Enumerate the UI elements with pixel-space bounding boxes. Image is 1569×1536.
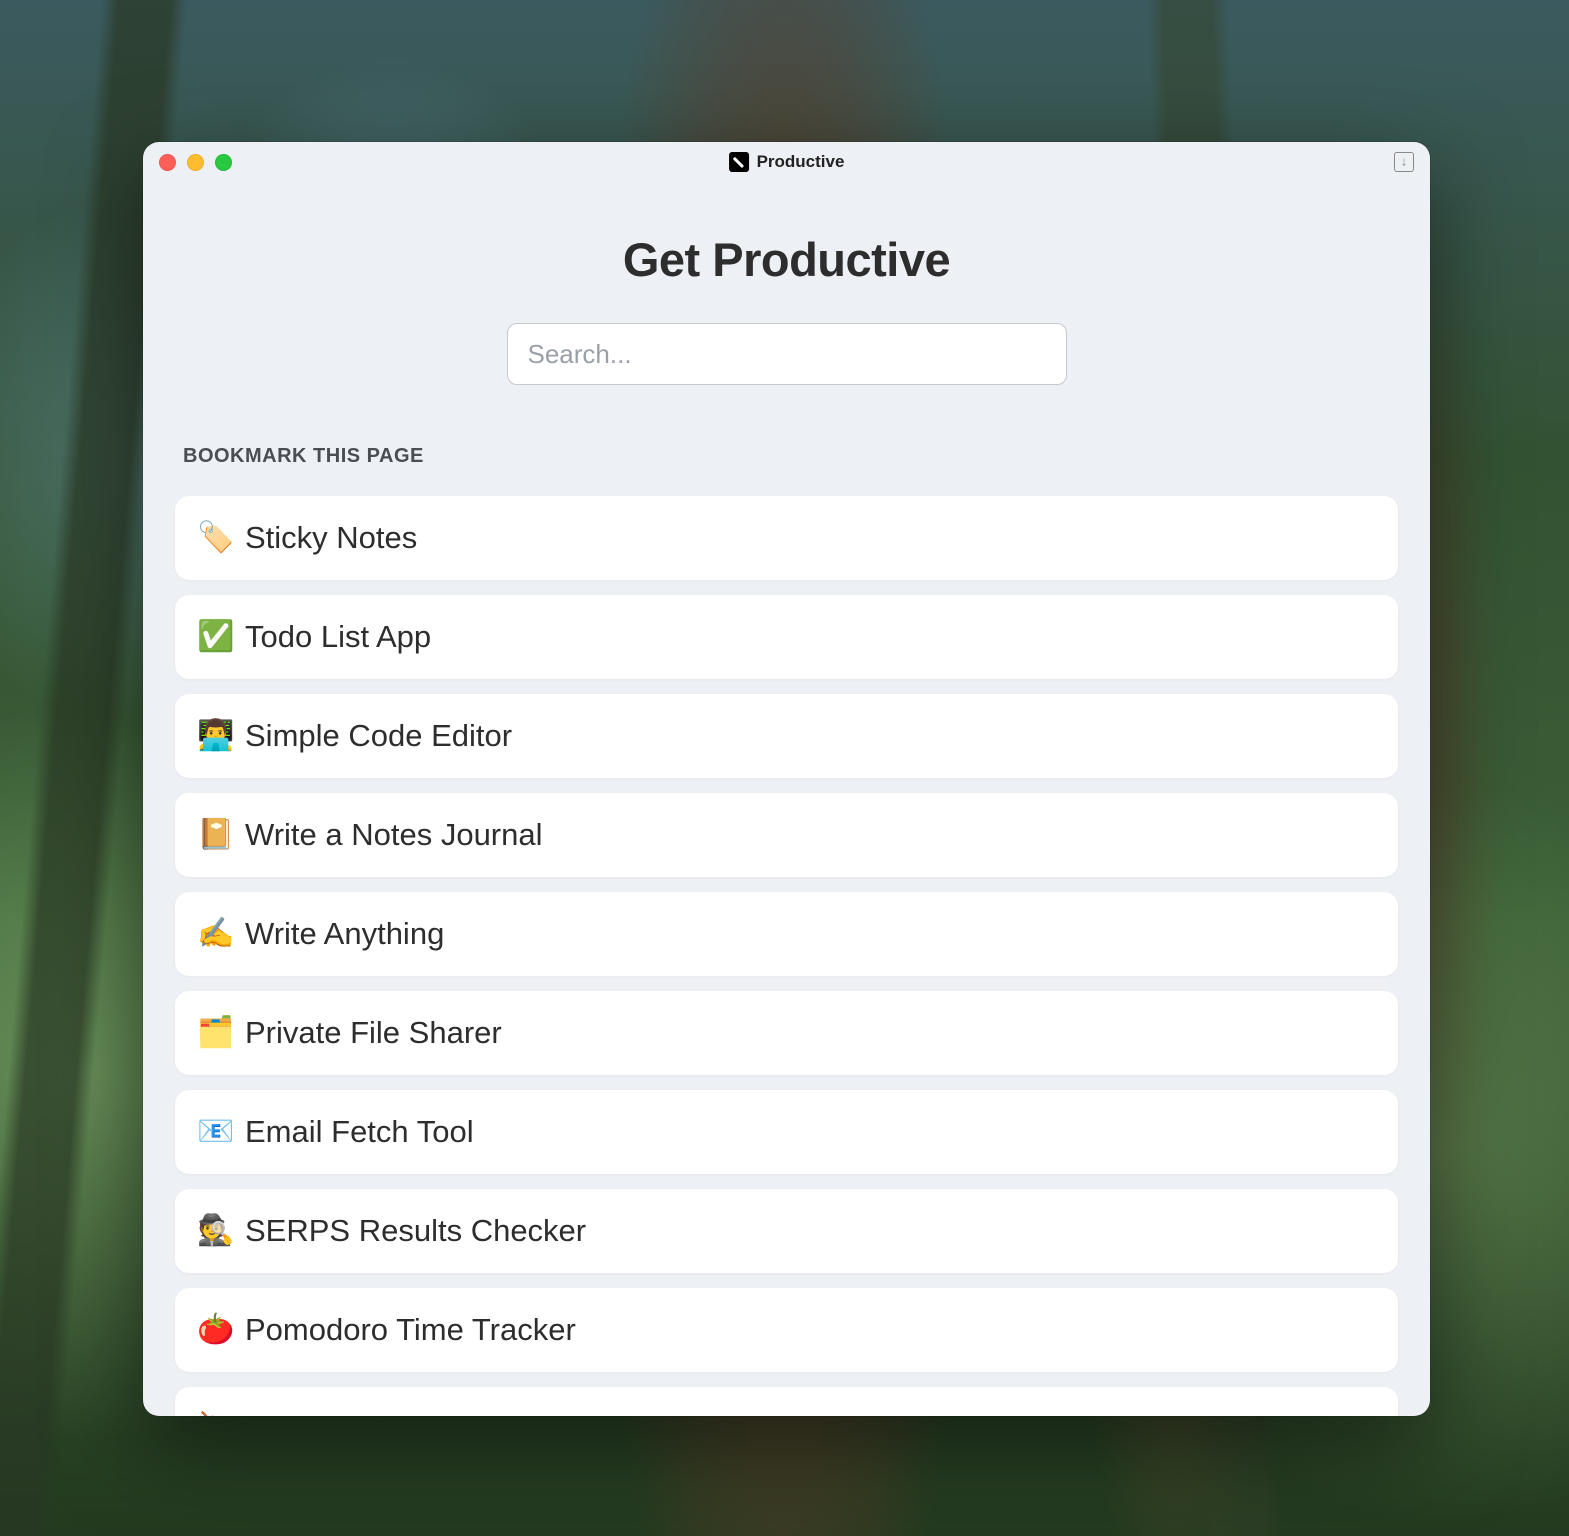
tools-list: 🏷️ Sticky Notes ✅ Todo List App 👨‍💻 Simp… [175,496,1398,1416]
item-label: Pomodoro Time Tracker [245,1312,576,1348]
list-item-file-sharer[interactable]: 🗂️ Private File Sharer [175,991,1398,1075]
item-label: Write a Notes Journal [245,817,543,853]
window-controls [159,154,232,171]
app-window: Productive Get Productive BOOKMARK THIS … [143,142,1430,1416]
list-item-write-anything[interactable]: ✍️ Write Anything [175,892,1398,976]
tag-icon: 🏷️ [197,523,231,553]
list-item-notes-journal[interactable]: 📔 Write a Notes Journal [175,793,1398,877]
app-icon [729,152,749,172]
maximize-button[interactable] [215,154,232,171]
folder-icon: 🗂️ [197,1018,231,1048]
list-item-sticky-notes[interactable]: 🏷️ Sticky Notes [175,496,1398,580]
bookmark-icon: 🔖 [197,1414,231,1416]
search-input[interactable] [507,323,1067,385]
writing-hand-icon: ✍️ [197,919,231,949]
item-label: Sticky Notes [245,520,417,556]
page-title: Get Productive [175,232,1398,287]
content-scroll-area[interactable]: Get Productive BOOKMARK THIS PAGE 🏷️ Sti… [143,182,1430,1416]
item-label: Site Bookmarks Saver [245,1411,552,1416]
item-label: Simple Code Editor [245,718,512,754]
window-title: Productive [757,152,845,172]
window-title-group: Productive [729,152,845,172]
close-button[interactable] [159,154,176,171]
list-item-bookmarks-saver[interactable]: 🔖 Site Bookmarks Saver [175,1387,1398,1416]
window-titlebar[interactable]: Productive [143,142,1430,182]
list-item-code-editor[interactable]: 👨‍💻 Simple Code Editor [175,694,1398,778]
item-label: Write Anything [245,916,444,952]
minimize-button[interactable] [187,154,204,171]
item-label: SERPS Results Checker [245,1213,586,1249]
item-label: Email Fetch Tool [245,1114,474,1150]
section-header: BOOKMARK THIS PAGE [175,445,1398,468]
content: Get Productive BOOKMARK THIS PAGE 🏷️ Sti… [143,182,1430,1416]
item-label: Todo List App [245,619,431,655]
notebook-icon: 📔 [197,820,231,850]
list-item-todo-list[interactable]: ✅ Todo List App [175,595,1398,679]
detective-icon: 🕵️ [197,1216,231,1246]
list-item-email-fetch[interactable]: 📧 Email Fetch Tool [175,1090,1398,1174]
search-container [175,323,1398,385]
checkmark-icon: ✅ [197,622,231,652]
list-item-pomodoro[interactable]: 🍅 Pomodoro Time Tracker [175,1288,1398,1372]
download-icon[interactable] [1394,152,1414,172]
list-item-serps-checker[interactable]: 🕵️ SERPS Results Checker [175,1189,1398,1273]
titlebar-right [1394,152,1414,172]
item-label: Private File Sharer [245,1015,502,1051]
email-icon: 📧 [197,1117,231,1147]
tomato-icon: 🍅 [197,1315,231,1345]
coder-icon: 👨‍💻 [197,721,231,751]
